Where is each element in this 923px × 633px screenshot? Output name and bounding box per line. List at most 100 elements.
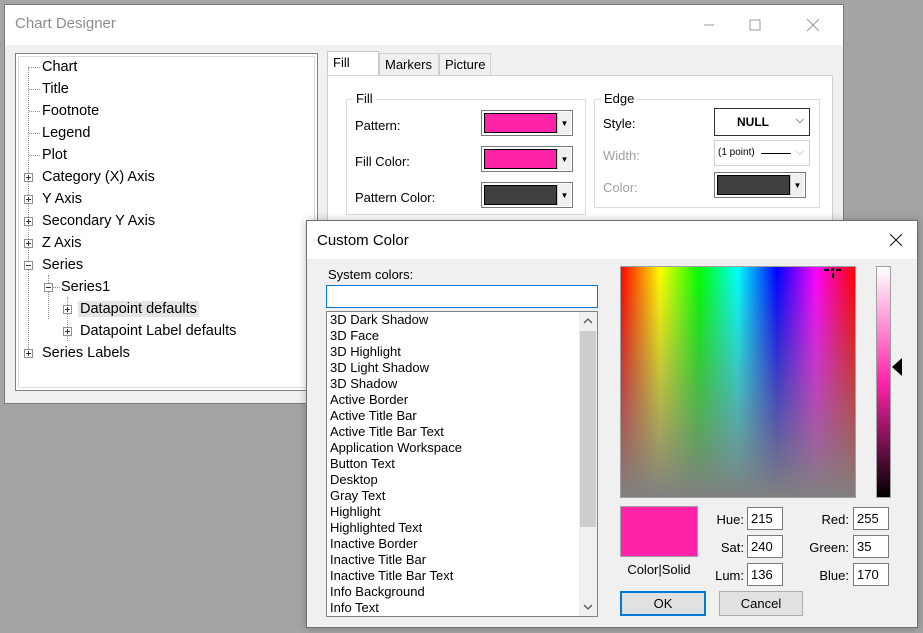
tree-item-label: Datapoint defaults: [78, 301, 199, 317]
tree-item-plot[interactable]: Plot: [42, 146, 67, 164]
scroll-down-icon[interactable]: [579, 598, 597, 616]
expand-icon[interactable]: [24, 217, 33, 226]
edge-width-select[interactable]: (1 point) ⌵: [714, 140, 810, 166]
tree-item-label: Series Labels: [42, 345, 130, 361]
pattern-swatch: [484, 113, 557, 133]
expand-icon[interactable]: [24, 173, 33, 182]
close-icon[interactable]: [875, 221, 917, 259]
maximize-icon[interactable]: [732, 5, 778, 45]
close-icon[interactable]: [790, 5, 836, 45]
list-item[interactable]: Active Title Bar: [330, 408, 417, 424]
dropdown-arrow-icon[interactable]: ▼: [557, 148, 571, 170]
chart-element-tree[interactable]: Chart Title Footnote Legend Plot Categor…: [15, 53, 318, 391]
list-item[interactable]: Active Border: [330, 392, 408, 408]
tree-item-secondary-y-axis[interactable]: Secondary Y Axis: [42, 212, 155, 230]
tree-item-title[interactable]: Title: [42, 80, 69, 98]
edge-style-select[interactable]: NULL ⌵: [714, 108, 810, 136]
list-item[interactable]: Info Text: [330, 600, 379, 616]
system-colors-label: System colors:: [328, 267, 414, 282]
luminance-bar[interactable]: [876, 266, 891, 498]
edge-group: Edge Style: NULL ⌵ Width: (1 point) ⌵ Co…: [594, 91, 820, 208]
tree-item-chart[interactable]: Chart: [42, 58, 77, 76]
color-preview-swatch: [620, 506, 698, 557]
list-item[interactable]: Inactive Border: [330, 536, 417, 552]
tab-fill[interactable]: Fill: [327, 51, 379, 76]
scroll-thumb[interactable]: [580, 331, 596, 527]
expand-icon[interactable]: [24, 239, 33, 248]
edge-color-label: Color:: [603, 180, 638, 195]
scroll-up-icon[interactable]: [579, 312, 597, 330]
dropdown-arrow-icon[interactable]: ▼: [790, 174, 804, 196]
expand-icon[interactable]: [24, 349, 33, 358]
edge-group-title: Edge: [601, 91, 638, 106]
list-item[interactable]: Application Workspace: [330, 440, 462, 456]
list-item[interactable]: Inactive Title Bar: [330, 552, 426, 568]
tree-connector: [29, 133, 40, 134]
lum-label: Lum:: [715, 568, 744, 583]
tree-connector: [48, 275, 49, 319]
dropdown-arrow-icon[interactable]: ▼: [557, 112, 571, 134]
list-item[interactable]: 3D Face: [330, 328, 379, 344]
sat-label: Sat:: [720, 540, 744, 555]
tree-item-legend[interactable]: Legend: [42, 124, 90, 142]
fill-color-label: Fill Color:: [355, 154, 410, 169]
hue-input[interactable]: 215: [747, 507, 783, 530]
system-colors-list[interactable]: 3D Dark Shadow 3D Face 3D Highlight 3D Ligh…: [326, 311, 598, 617]
cancel-button[interactable]: Cancel: [719, 591, 803, 616]
tree-item-series1[interactable]: Series1: [61, 278, 110, 296]
pattern-combo[interactable]: ▼: [481, 110, 573, 136]
list-item[interactable]: Desktop: [330, 472, 378, 488]
fill-color-combo[interactable]: ▼: [481, 146, 573, 172]
tab-picture[interactable]: Picture: [439, 53, 491, 75]
tree-item-z-axis[interactable]: Z Axis: [42, 234, 81, 252]
tree-item-y-axis[interactable]: Y Axis: [42, 190, 82, 208]
edge-color-swatch: [717, 175, 790, 195]
vertical-scrollbar[interactable]: [579, 312, 597, 616]
pattern-color-label: Pattern Color:: [355, 190, 436, 205]
tree-item-series-labels[interactable]: Series Labels: [42, 344, 130, 362]
edge-style-label: Style:: [603, 116, 636, 131]
properties-tabs: Fill Markers Picture Fill Pattern: ▼ Fil…: [327, 51, 837, 233]
system-colors-input[interactable]: [326, 285, 598, 308]
collapse-icon[interactable]: [44, 283, 53, 292]
tree-item-series[interactable]: Series: [42, 256, 83, 274]
list-item[interactable]: 3D Light Shadow: [330, 360, 429, 376]
sat-input[interactable]: 240: [747, 535, 783, 558]
list-item[interactable]: 3D Dark Shadow: [330, 312, 428, 328]
collapse-icon[interactable]: [24, 261, 33, 270]
dropdown-arrow-icon[interactable]: ▼: [557, 184, 571, 206]
blue-label: Blue:: [819, 568, 849, 583]
list-item[interactable]: Highlight: [330, 504, 381, 520]
tree-item-datapoint-label-defaults[interactable]: Datapoint Label defaults: [80, 322, 236, 340]
list-item[interactable]: Inactive Title Bar Text: [330, 568, 453, 584]
list-item[interactable]: Gray Text: [330, 488, 385, 504]
list-item[interactable]: Info Background: [330, 584, 425, 600]
luminance-slider-arrow-icon[interactable]: [892, 358, 902, 376]
list-item[interactable]: Highlighted Text: [330, 520, 422, 536]
list-item[interactable]: Active Title Bar Text: [330, 424, 444, 440]
tab-markers[interactable]: Markers: [379, 53, 439, 75]
list-item[interactable]: 3D Highlight: [330, 344, 401, 360]
expand-icon[interactable]: [24, 195, 33, 204]
tree-item-footnote[interactable]: Footnote: [42, 102, 99, 120]
tree-inner-frame: Chart Title Footnote Legend Plot Categor…: [18, 56, 315, 388]
green-input[interactable]: 35: [853, 535, 889, 558]
tree-item-category-axis[interactable]: Category (X) Axis: [42, 168, 155, 186]
expand-icon[interactable]: [63, 327, 72, 336]
red-input[interactable]: 255: [853, 507, 889, 530]
minimize-icon[interactable]: [686, 5, 732, 45]
tree-item-label: Datapoint Label defaults: [80, 323, 237, 339]
edge-style-value: NULL: [737, 115, 769, 129]
list-item[interactable]: Button Text: [330, 456, 395, 472]
list-item[interactable]: 3D Shadow: [330, 376, 397, 392]
color-solid-label: Color|Solid: [627, 562, 691, 577]
color-spectrum[interactable]: [620, 266, 856, 498]
blue-input[interactable]: 170: [853, 563, 889, 586]
lum-input[interactable]: 136: [747, 563, 783, 586]
fill-tab-page: Fill Pattern: ▼ Fill Color: ▼ Pattern Co…: [327, 75, 833, 233]
edge-color-combo[interactable]: ▼: [714, 172, 806, 198]
tree-item-datapoint-defaults[interactable]: Datapoint defaults: [78, 300, 199, 318]
pattern-color-combo[interactable]: ▼: [481, 182, 573, 208]
expand-icon[interactable]: [63, 305, 72, 314]
ok-button[interactable]: OK: [620, 591, 706, 616]
